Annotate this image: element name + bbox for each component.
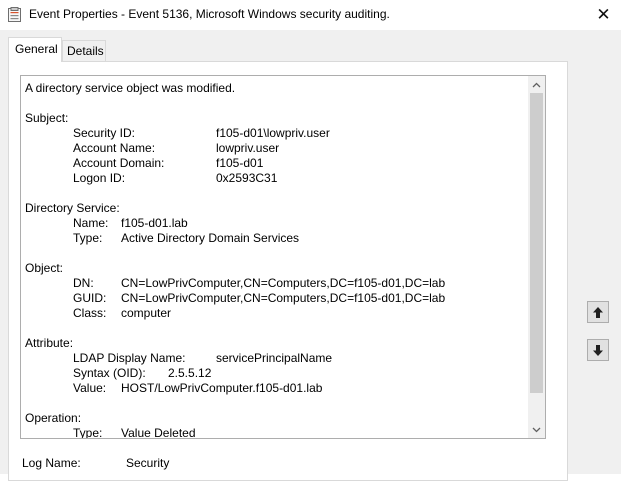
chevron-up-icon — [532, 82, 541, 87]
field-value: CN=LowPrivComputer,CN=Computers,DC=f105-… — [121, 276, 446, 290]
field-label: Name: — [73, 216, 109, 230]
field-value: 2.5.5.12 — [168, 366, 212, 380]
field-value: lowpriv.user — [216, 141, 280, 155]
field-value: servicePrincipalName — [216, 351, 333, 365]
description-intro: A directory service object was modified. — [25, 81, 236, 95]
scroll-up-button[interactable] — [528, 76, 545, 93]
attribute-heading: Attribute: — [25, 336, 74, 350]
scrollbar-thumb[interactable] — [530, 93, 543, 393]
field-label: Value: — [73, 381, 107, 395]
arrow-up-icon — [593, 306, 603, 318]
field-label: GUID: — [73, 291, 107, 305]
log-name-label: Log Name: — [22, 456, 81, 470]
chevron-down-icon — [532, 427, 541, 432]
subject-heading: Subject: — [25, 111, 69, 125]
field-label: Type: — [73, 426, 103, 439]
field-value: HOST/LowPrivComputer.f105-d01.lab — [121, 381, 323, 395]
vertical-scrollbar[interactable] — [528, 76, 545, 438]
field-value: f105-d01 — [216, 156, 264, 170]
directory-service-heading: Directory Service: — [25, 201, 120, 215]
scroll-down-button[interactable] — [528, 421, 545, 438]
field-value: 0x2593C31 — [216, 171, 278, 185]
window-title: Event Properties - Event 5136, Microsoft… — [29, 7, 390, 21]
field-value: Active Directory Domain Services — [121, 231, 300, 245]
tab-general[interactable]: General — [8, 37, 62, 62]
log-name-value: Security — [126, 456, 170, 470]
close-button[interactable]: ✕ — [586, 0, 621, 30]
operation-heading: Operation: — [25, 411, 82, 425]
field-label: LDAP Display Name: — [73, 351, 186, 365]
field-value: Value Deleted — [121, 426, 196, 439]
event-viewer-icon — [8, 7, 22, 22]
tab-details[interactable]: Details — [62, 40, 106, 61]
field-label: Class: — [73, 306, 107, 320]
close-icon: ✕ — [596, 5, 611, 24]
title-bar[interactable]: Event Properties - Event 5136, Microsoft… — [0, 0, 621, 30]
field-label: DN: — [73, 276, 94, 290]
field-label: Logon ID: — [73, 171, 126, 185]
event-description-box[interactable]: A directory service object was modified.… — [20, 75, 546, 439]
field-label: Syntax (OID): — [73, 366, 146, 380]
field-label: Security ID: — [73, 126, 136, 140]
field-value: CN=LowPrivComputer,CN=Computers,DC=f105-… — [121, 291, 446, 305]
field-value: computer — [121, 306, 172, 320]
object-heading: Object: — [25, 261, 64, 275]
tab-details-label: Details — [67, 44, 104, 58]
field-label: Account Domain: — [73, 156, 165, 170]
field-value: f105-d01.lab — [121, 216, 188, 230]
arrow-down-icon — [593, 344, 603, 356]
next-event-button[interactable] — [587, 339, 609, 361]
field-label: Type: — [73, 231, 103, 245]
event-description-text[interactable]: A directory service object was modified.… — [25, 81, 525, 439]
previous-event-button[interactable] — [587, 301, 609, 323]
tab-general-label: General — [15, 42, 58, 56]
field-label: Account Name: — [73, 141, 156, 155]
field-value: f105-d01\lowpriv.user — [216, 126, 330, 140]
